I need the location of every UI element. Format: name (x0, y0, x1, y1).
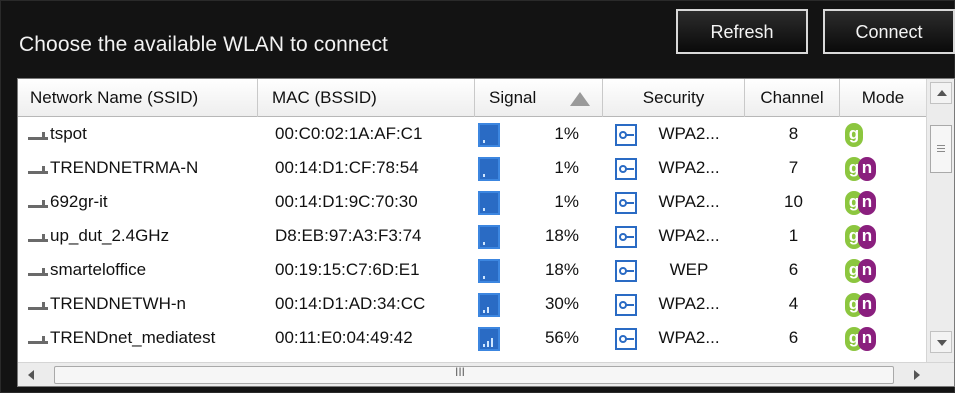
connect-button[interactable]: Connect (823, 9, 955, 54)
wifi-network-icon (28, 234, 48, 242)
network-security: WPA2... (658, 226, 720, 245)
wifi-network-icon (28, 268, 48, 276)
mode-n-badge: n (858, 259, 876, 283)
network-ssid: up_dut_2.4GHz (50, 226, 170, 245)
network-security: WPA2... (658, 192, 720, 211)
lock-key-icon (615, 328, 637, 350)
network-signal: 1% (554, 158, 579, 177)
lock-key-icon (615, 226, 637, 248)
list-header: Network Name (SSID) MAC (BSSID) Signal S… (18, 79, 926, 117)
network-row[interactable]: tspot 00:C0:02:1A:AF:C1 1% WPA2... 8 g (18, 118, 926, 152)
refresh-button[interactable]: Refresh (676, 9, 808, 54)
lock-key-icon (615, 294, 637, 316)
network-mac: 00:C0:02:1A:AF:C1 (275, 124, 423, 143)
column-header-security[interactable]: Security (603, 79, 745, 117)
column-header-channel[interactable]: Channel (745, 79, 840, 117)
network-channel: 1 (788, 226, 799, 245)
horizontal-scroll-thumb[interactable]: III (54, 365, 894, 384)
network-ssid: TRENDNETWH-n (50, 294, 186, 313)
signal-strength-icon (478, 293, 500, 317)
network-security: WPA2... (658, 294, 720, 313)
network-row[interactable]: TRENDNETRMA-N 00:14:D1:CF:78:54 1% WPA2.… (18, 152, 926, 186)
wlan-panel: Choose the available WLAN to connect Ref… (0, 0, 955, 393)
network-rows: tspot 00:C0:02:1A:AF:C1 1% WPA2... 8 g T… (18, 118, 926, 364)
wifi-network-icon (28, 200, 48, 208)
network-signal: 1% (554, 124, 579, 143)
mode-n-badge: n (858, 157, 876, 181)
lock-key-icon (615, 192, 637, 214)
network-mac: 00:14:D1:AD:34:CC (275, 294, 426, 313)
signal-strength-icon (478, 157, 500, 181)
lock-key-icon (615, 124, 637, 146)
network-ssid: smarteloffice (50, 260, 147, 279)
vertical-scroll-thumb[interactable] (930, 125, 952, 173)
column-header-mode[interactable]: Mode (840, 79, 926, 117)
network-mac: 00:11:E0:04:49:42 (275, 328, 413, 347)
wifi-network-icon (28, 166, 48, 174)
signal-strength-icon (478, 327, 500, 351)
network-channel: 7 (788, 158, 799, 177)
network-ssid: TRENDNETRMA-N (50, 158, 199, 177)
signal-strength-icon (478, 225, 500, 249)
wifi-network-icon (28, 132, 48, 140)
network-list[interactable]: Network Name (SSID) MAC (BSSID) Signal S… (17, 78, 955, 387)
network-ssid: 692gr-it (50, 192, 108, 211)
column-header-mac[interactable]: MAC (BSSID) (258, 79, 475, 117)
network-security: WEP (669, 260, 709, 279)
signal-strength-icon (478, 123, 500, 147)
network-mac: D8:EB:97:A3:F3:74 (275, 226, 422, 245)
network-channel: 8 (788, 124, 799, 143)
scroll-down-button[interactable] (930, 331, 952, 353)
scroll-grip: III (455, 365, 466, 379)
mode-n-badge: n (858, 225, 876, 249)
network-mac: 00:14:D1:CF:78:54 (275, 158, 419, 177)
network-signal: 1% (554, 192, 579, 211)
network-signal: 56% (544, 328, 579, 347)
network-security: WPA2... (658, 158, 720, 177)
column-header-ssid[interactable]: Network Name (SSID) (18, 79, 258, 117)
vertical-scrollbar[interactable] (926, 79, 954, 364)
panel-title: Choose the available WLAN to connect (19, 33, 388, 56)
mode-g-badge: g (845, 123, 863, 147)
network-signal: 18% (544, 226, 579, 245)
mode-n-badge: n (858, 327, 876, 351)
lock-key-icon (615, 158, 637, 180)
network-channel: 10 (784, 192, 803, 211)
network-row[interactable]: TRENDNETWH-n 00:14:D1:AD:34:CC 30% WPA2.… (18, 288, 926, 322)
network-channel: 4 (788, 294, 799, 313)
mode-n-badge: n (858, 293, 876, 317)
scroll-left-icon[interactable] (28, 370, 34, 380)
network-row[interactable]: up_dut_2.4GHz D8:EB:97:A3:F3:74 18% WPA2… (18, 220, 926, 254)
sort-ascending-icon (570, 92, 590, 106)
network-signal: 18% (544, 260, 579, 279)
arrow-up-icon (937, 90, 947, 96)
network-ssid: tspot (50, 124, 87, 143)
scroll-right-icon[interactable] (914, 370, 920, 380)
network-ssid: TRENDnet_mediatest (50, 328, 216, 347)
network-row[interactable]: smarteloffice 00:19:15:C7:6D:E1 18% WEP … (18, 254, 926, 288)
scroll-up-button[interactable] (930, 82, 952, 104)
network-mac: 00:19:15:C7:6D:E1 (275, 260, 420, 279)
network-row[interactable]: 692gr-it 00:14:D1:9C:70:30 1% WPA2... 10… (18, 186, 926, 220)
network-signal: 30% (544, 294, 579, 313)
network-security: WPA2... (658, 328, 720, 347)
network-security: WPA2... (658, 124, 720, 143)
network-channel: 6 (788, 260, 799, 279)
network-row[interactable]: TRENDnet_mediatest 00:11:E0:04:49:42 56%… (18, 322, 926, 356)
wifi-network-icon (28, 336, 48, 344)
signal-strength-icon (478, 191, 500, 215)
lock-key-icon (615, 260, 637, 282)
signal-strength-icon (478, 259, 500, 283)
mode-n-badge: n (858, 191, 876, 215)
horizontal-scrollbar[interactable]: III (18, 362, 954, 386)
arrow-down-icon (937, 340, 947, 346)
wifi-network-icon (28, 302, 48, 310)
network-mac: 00:14:D1:9C:70:30 (275, 192, 418, 211)
network-channel: 6 (788, 328, 799, 347)
